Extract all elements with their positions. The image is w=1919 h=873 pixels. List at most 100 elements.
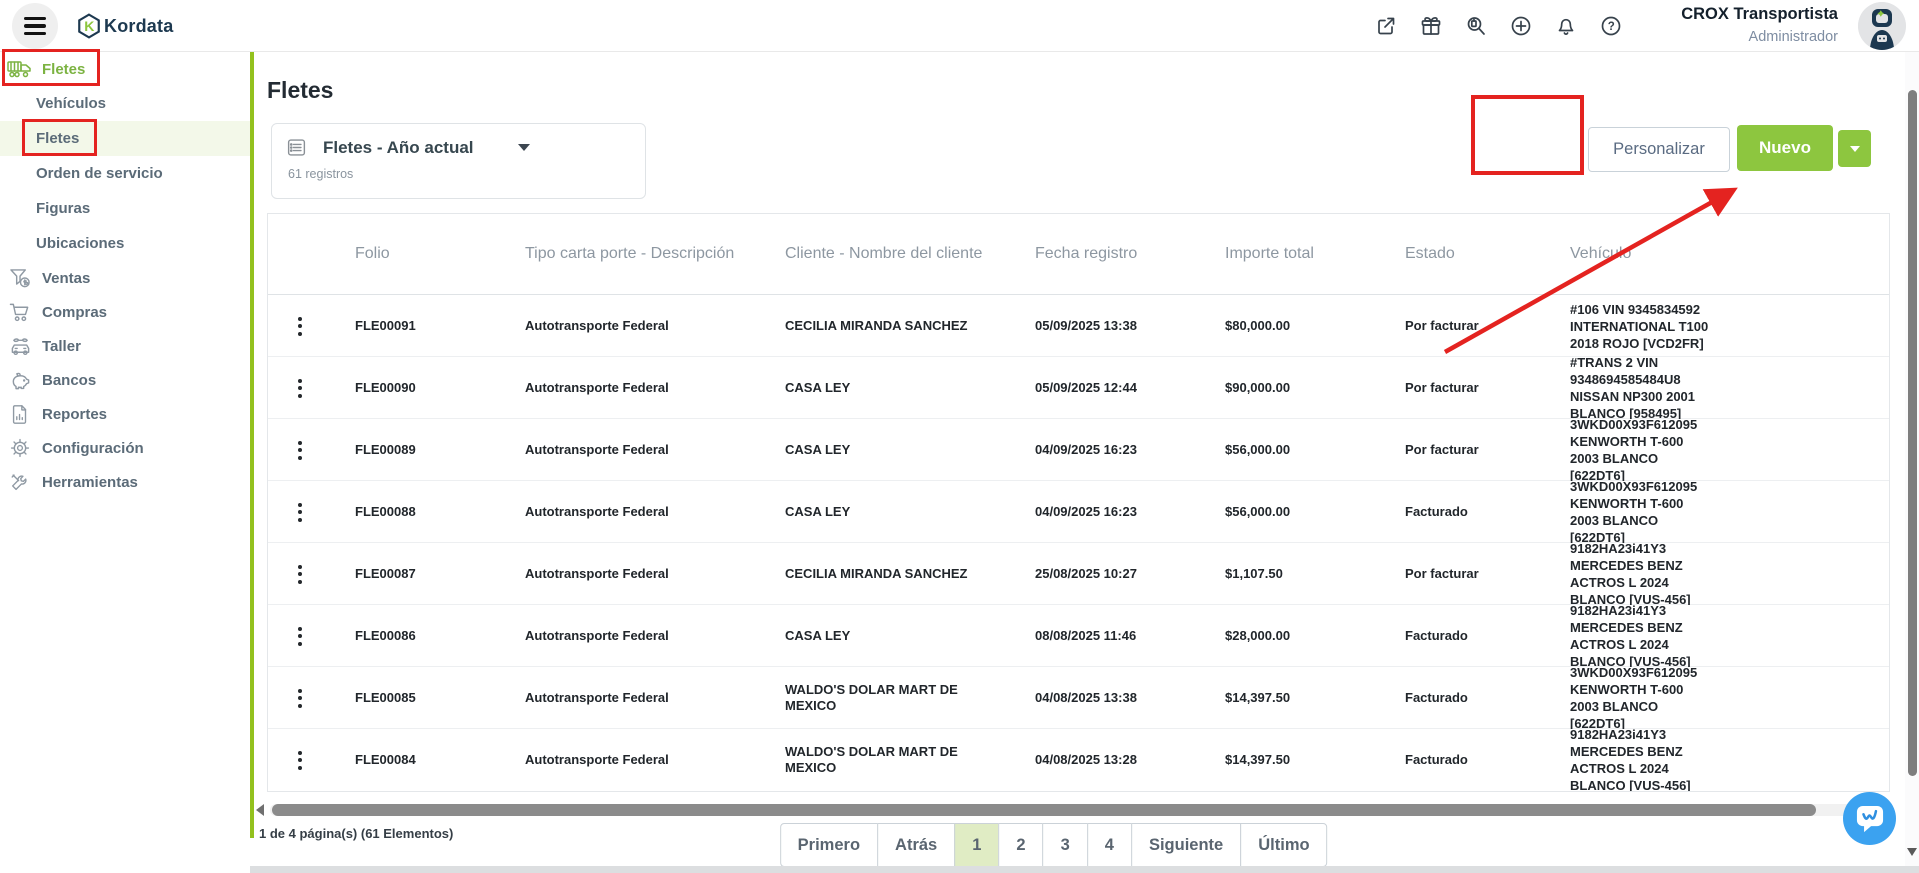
- row-actions-kebab-icon[interactable]: [268, 317, 331, 336]
- add-icon[interactable]: [1509, 14, 1533, 38]
- row-fecha-registro: 08/08/2025 11:46: [1011, 628, 1201, 644]
- sidebar-item-fletes[interactable]: Fletes: [0, 121, 250, 156]
- chat-widget-button[interactable]: [1843, 792, 1896, 845]
- sidebar-item-ubicaciones[interactable]: Ubicaciones: [0, 226, 250, 261]
- app-window: K Kordata ? CROX Trans: [0, 0, 1919, 873]
- row-cliente: WALDO'S DOLAR MART DE MEXICO: [761, 682, 1011, 715]
- pagination-button-siguiente[interactable]: Siguiente: [1131, 823, 1241, 867]
- sidebar-item-figuras[interactable]: Figuras: [0, 191, 250, 226]
- sidebar-item-compras[interactable]: Compras: [0, 295, 250, 329]
- user-avatar[interactable]: [1858, 2, 1906, 50]
- row-vehiculo: #106 VIN 9345834592INTERNATIONAL T100201…: [1546, 295, 1889, 357]
- row-estado: Facturado: [1381, 752, 1546, 768]
- row-actions-kebab-icon[interactable]: [268, 503, 331, 522]
- pagination-button-1[interactable]: 1: [954, 823, 999, 867]
- topbar-icons: ?: [1374, 14, 1623, 38]
- pagination-summary: 1 de 4 página(s) (61 Elementos): [259, 826, 453, 841]
- window-bottom-scrollbar: [0, 866, 1919, 873]
- row-fecha-registro: 05/09/2025 12:44: [1011, 380, 1201, 396]
- column-header-folio[interactable]: Folio: [331, 242, 501, 266]
- column-header-estado[interactable]: Estado: [1381, 242, 1546, 266]
- sidebar-item-herramientas[interactable]: Herramientas: [0, 465, 250, 499]
- table-row[interactable]: FLE00086 Autotransporte Federal CASA LEY…: [268, 605, 1889, 667]
- row-vehiculo: 9182HA23i41Y3MERCEDES BENZACTROS L 2024B…: [1546, 729, 1889, 791]
- sidebar-item-fletes-root[interactable]: Fletes: [0, 52, 250, 86]
- column-header-tipo[interactable]: Tipo carta porte - Descripción: [501, 242, 761, 266]
- vertical-scrollbar-thumb[interactable]: [1908, 90, 1917, 776]
- row-actions-kebab-icon[interactable]: [268, 441, 331, 460]
- column-header-vehiculo[interactable]: Vehículo: [1546, 242, 1889, 266]
- row-importe-total: $80,000.00: [1201, 318, 1381, 334]
- row-actions-kebab-icon[interactable]: [268, 565, 331, 584]
- pagination-button-último[interactable]: Último: [1240, 823, 1327, 867]
- column-header-fecha[interactable]: Fecha registro: [1011, 242, 1201, 266]
- row-tipo-carta-porte: Autotransporte Federal: [501, 318, 761, 334]
- sidebar-item-orden-de-servicio[interactable]: Orden de servicio: [0, 156, 250, 191]
- sidebar-item-taller[interactable]: Taller: [0, 329, 250, 363]
- open-window-icon[interactable]: [1374, 14, 1398, 38]
- row-actions-kebab-icon[interactable]: [268, 379, 331, 398]
- column-header-cliente[interactable]: Cliente - Nombre del cliente: [761, 242, 1011, 266]
- nuevo-button[interactable]: Nuevo: [1737, 125, 1833, 171]
- row-actions-kebab-icon[interactable]: [268, 751, 331, 770]
- page-vertical-scrollbar: [1905, 52, 1919, 873]
- row-cliente: CASA LEY: [761, 442, 1011, 458]
- gift-icon[interactable]: [1419, 14, 1443, 38]
- table-row[interactable]: FLE00084 Autotransporte Federal WALDO'S …: [268, 729, 1889, 791]
- fletes-table: Folio Tipo carta porte - Descripción Cli…: [267, 213, 1890, 792]
- row-fecha-registro: 04/08/2025 13:38: [1011, 690, 1201, 706]
- notifications-bell-icon[interactable]: [1554, 14, 1578, 38]
- sidebar-item-bancos[interactable]: Bancos: [0, 363, 250, 397]
- table-row[interactable]: FLE00087 Autotransporte Federal CECILIA …: [268, 543, 1889, 605]
- gear-icon: [6, 437, 34, 459]
- row-folio: FLE00090: [331, 380, 501, 396]
- row-actions-kebab-icon[interactable]: [268, 689, 331, 708]
- table-row[interactable]: FLE00090 Autotransporte Federal CASA LEY…: [268, 357, 1889, 419]
- pagination-button-4[interactable]: 4: [1087, 823, 1132, 867]
- row-importe-total: $14,397.50: [1201, 752, 1381, 768]
- row-estado: Facturado: [1381, 690, 1546, 706]
- sidebar-item-ventas[interactable]: Ventas: [0, 261, 250, 295]
- main-content: Fletes Fletes - Año actual 61 registros …: [254, 52, 1919, 873]
- row-importe-total: $14,397.50: [1201, 690, 1381, 706]
- row-folio: FLE00091: [331, 318, 501, 334]
- truck-icon: [6, 59, 34, 79]
- funnel-dollar-icon: [6, 268, 34, 289]
- row-folio: FLE00088: [331, 504, 501, 520]
- row-estado: Por facturar: [1381, 318, 1546, 334]
- svg-text:K: K: [84, 18, 95, 34]
- table-body: FLE00091 Autotransporte Federal CECILIA …: [268, 295, 1889, 791]
- sidebar-item-label: Fletes: [42, 61, 85, 78]
- pagination-button-3[interactable]: 3: [1043, 823, 1088, 867]
- sidebar-item-configuracion[interactable]: Configuración: [0, 431, 250, 465]
- row-actions-kebab-icon[interactable]: [268, 627, 331, 646]
- scroll-left-arrow-icon[interactable]: [256, 804, 264, 816]
- row-importe-total: $56,000.00: [1201, 504, 1381, 520]
- table-row[interactable]: FLE00088 Autotransporte Federal CASA LEY…: [268, 481, 1889, 543]
- pagination-button-primero[interactable]: Primero: [780, 823, 878, 867]
- table-header-row: Folio Tipo carta porte - Descripción Cli…: [268, 214, 1889, 295]
- view-selector[interactable]: Fletes - Año actual 61 registros: [271, 123, 646, 199]
- report-icon: [6, 404, 34, 425]
- nuevo-dropdown-button[interactable]: [1838, 130, 1871, 167]
- row-tipo-carta-porte: Autotransporte Federal: [501, 752, 761, 768]
- column-header-importe[interactable]: Importe total: [1201, 242, 1381, 266]
- table-row[interactable]: FLE00091 Autotransporte Federal CECILIA …: [268, 295, 1889, 357]
- pagination-button-atrás[interactable]: Atrás: [877, 823, 955, 867]
- sidebar-item-reportes[interactable]: Reportes: [0, 397, 250, 431]
- user-menu[interactable]: CROX Transportista Administrador: [1600, 5, 1838, 45]
- table-row[interactable]: FLE00085 Autotransporte Federal WALDO'S …: [268, 667, 1889, 729]
- kordata-logo[interactable]: K Kordata: [76, 13, 173, 39]
- pagination-button-2[interactable]: 2: [998, 823, 1043, 867]
- scroll-down-arrow-icon[interactable]: [1907, 848, 1917, 856]
- table-row[interactable]: FLE00089 Autotransporte Federal CASA LEY…: [268, 419, 1889, 481]
- row-importe-total: $1,107.50: [1201, 566, 1381, 582]
- search-icon[interactable]: [1464, 14, 1488, 38]
- sidebar-item-vehiculos[interactable]: Vehículos: [0, 86, 250, 121]
- hamburger-menu-button[interactable]: [12, 3, 58, 49]
- horizontal-scrollbar-thumb[interactable]: [272, 804, 1816, 816]
- records-count: 61 registros: [288, 167, 633, 181]
- row-cliente: WALDO'S DOLAR MART DE MEXICO: [761, 744, 1011, 777]
- row-tipo-carta-porte: Autotransporte Federal: [501, 504, 761, 520]
- personalizar-button[interactable]: Personalizar: [1588, 127, 1730, 172]
